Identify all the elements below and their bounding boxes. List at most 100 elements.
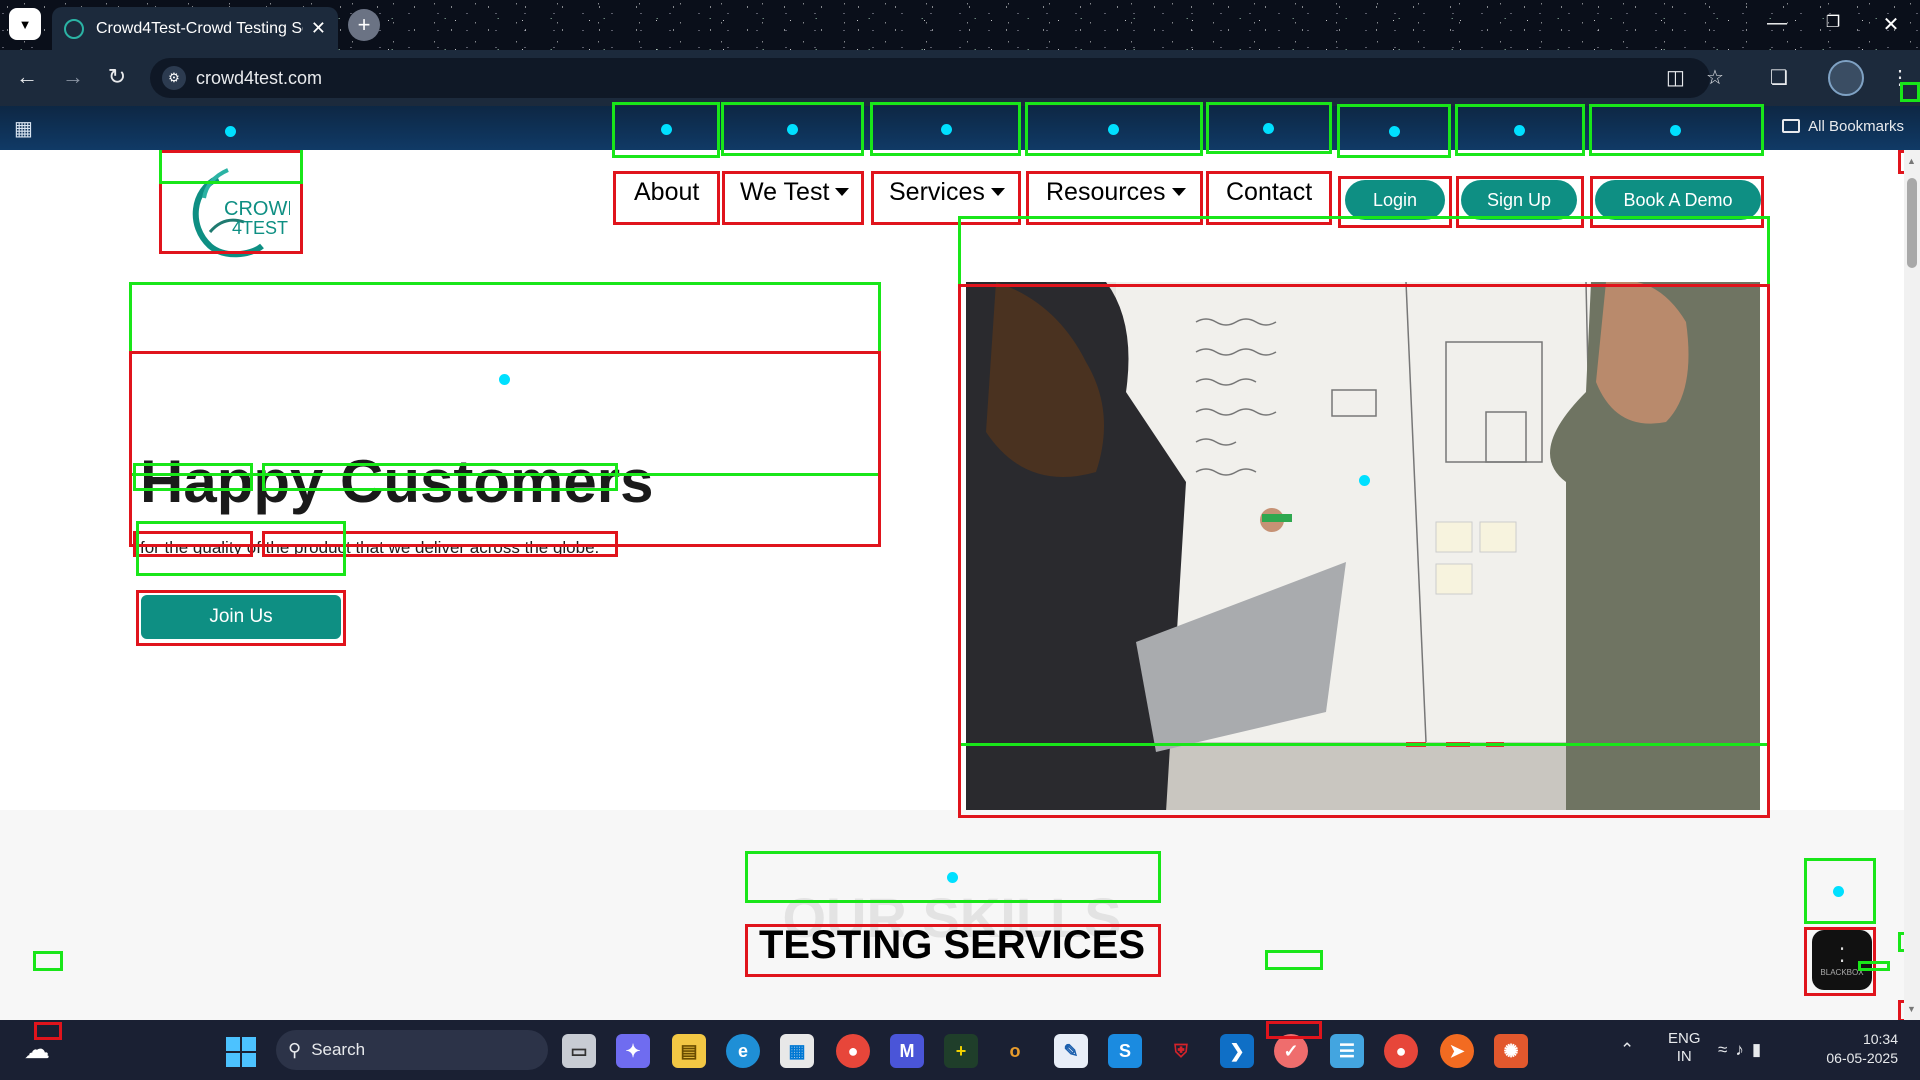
bookmark-star-icon[interactable]: ☆ — [1706, 65, 1724, 90]
browser-title-bar: ▼ Crowd4Test-Crowd Testing Serv ✕ + — ❐ … — [0, 0, 1920, 50]
scrollbar-thumb[interactable] — [1907, 178, 1917, 268]
scroll-down-arrow-icon[interactable]: ▼ — [1907, 1004, 1916, 1014]
date-label: 06-05-2025 — [1826, 1050, 1898, 1066]
logo-text-bottom: 4TEST — [232, 218, 288, 238]
forward-button[interactable]: → — [58, 64, 88, 90]
logo-text-top: CROWD — [224, 198, 290, 220]
postman-icon[interactable]: ➤ — [1440, 1034, 1474, 1068]
nav-resources-label: Resources — [1046, 178, 1166, 206]
caret-down-icon — [1171, 188, 1186, 196]
hero-subtitle: for the quality of the product that we d… — [140, 538, 600, 557]
login-button[interactable]: Login — [1345, 180, 1445, 220]
nav-we-test-label: We Test — [740, 178, 830, 206]
battery-icon: ▮ — [1751, 1040, 1770, 1059]
task-view-icon[interactable]: ▭ — [562, 1034, 596, 1068]
chrome-active-icon[interactable]: ● — [1384, 1034, 1418, 1068]
apps-grid-icon[interactable]: ▦ — [14, 116, 33, 141]
extensions-icon[interactable]: ❏ — [1770, 65, 1788, 90]
system-tray-icons[interactable]: ≈♪▮ — [1718, 1040, 1769, 1060]
app-icon[interactable]: + — [944, 1034, 978, 1068]
plus-icon: + — [357, 12, 371, 37]
url-text: crowd4test.com — [196, 68, 323, 88]
restore-button[interactable]: ❐ — [1818, 12, 1848, 32]
edge-icon[interactable]: e — [726, 1034, 760, 1068]
back-button[interactable]: ← — [12, 64, 42, 90]
blackbox-widget-button[interactable]: ⁚ BLACKBOX — [1812, 930, 1872, 990]
language-label: ENG — [1668, 1030, 1701, 1047]
arrow-left-icon: ← — [16, 64, 38, 89]
install-app-icon[interactable]: ◫ — [1666, 65, 1685, 90]
document-app-icon[interactable]: ✎ — [1054, 1034, 1088, 1068]
crowd4test-logo[interactable]: CROWD 4TEST — [180, 160, 302, 260]
sign-up-button[interactable]: Sign Up — [1461, 180, 1577, 220]
copilot-icon[interactable]: ✦ — [616, 1034, 650, 1068]
site-info-icon[interactable]: ⚙ — [162, 66, 186, 90]
chevron-down-icon: ▼ — [18, 16, 32, 32]
profile-avatar[interactable] — [1828, 60, 1864, 96]
taskbar-clock[interactable]: 10:34 06-05-2025 — [1818, 1030, 1898, 1068]
reload-button[interactable]: ↻ — [102, 64, 132, 90]
reload-icon: ↻ — [107, 64, 127, 89]
bookmarks-bar: ▦ All Bookmarks — [0, 106, 1920, 150]
app-icon[interactable]: ✓ — [1274, 1034, 1308, 1068]
chrome-icon[interactable]: ● — [836, 1034, 870, 1068]
omnibox[interactable]: ⚙ crowd4test.com — [150, 58, 1710, 98]
language-indicator[interactable]: ENG IN — [1668, 1030, 1701, 1066]
app-icon[interactable]: ✺ — [1494, 1034, 1528, 1068]
browser-menu-icon[interactable]: ⋮ — [1890, 65, 1910, 90]
new-tab-button[interactable]: + — [348, 9, 380, 41]
hero-photo — [966, 282, 1760, 812]
skype-icon[interactable]: S — [1108, 1034, 1142, 1068]
taskbar-search[interactable]: ⚲ Search — [276, 1030, 548, 1070]
tab-search-button[interactable]: ▼ — [9, 8, 41, 40]
volume-icon: ♪ — [1735, 1040, 1752, 1059]
tray-overflow-icon[interactable]: ⌃ — [1620, 1040, 1634, 1060]
weather-icon[interactable]: ☁ — [24, 1034, 50, 1065]
file-explorer-icon[interactable]: ▤ — [672, 1034, 706, 1068]
windows-taskbar: ☁ ⚲ Search ▭ ✦ ▤ e ▦ ● M + o ✎ S ⛨ ❯ ✓ ☰… — [0, 1020, 1920, 1080]
nav-services[interactable]: Services — [889, 178, 1005, 207]
site-favicon-icon — [64, 18, 84, 39]
all-bookmarks-label: All Bookmarks — [1808, 118, 1904, 135]
wifi-icon: ≈ — [1718, 1040, 1736, 1059]
folder-icon — [1782, 119, 1801, 133]
notepad-icon[interactable]: ☰ — [1330, 1034, 1364, 1068]
testing-services-heading: TESTING SERVICES — [758, 923, 1145, 967]
browser-tab[interactable]: Crowd4Test-Crowd Testing Serv ✕ — [52, 7, 338, 50]
close-tab-icon[interactable]: ✕ — [311, 18, 326, 39]
time-label: 10:34 — [1862, 1031, 1898, 1047]
blackbox-dots-icon: ⁚ — [1838, 945, 1846, 967]
nav-about[interactable]: About — [634, 178, 699, 207]
search-icon: ⚲ — [288, 1039, 302, 1060]
nav-resources[interactable]: Resources — [1046, 178, 1186, 207]
minimize-button[interactable]: — — [1762, 12, 1792, 35]
nav-services-label: Services — [889, 178, 985, 206]
scroll-up-arrow-icon[interactable]: ▲ — [1907, 156, 1916, 166]
hero-title: Happy Customers — [140, 448, 654, 515]
logo-swirl-icon: CROWD 4TEST — [192, 168, 302, 258]
book-demo-button[interactable]: Book A Demo — [1595, 180, 1761, 220]
arrow-right-icon: → — [62, 64, 84, 89]
join-us-button[interactable]: Join Us — [141, 595, 341, 639]
close-window-button[interactable]: ✕ — [1876, 12, 1906, 37]
app-icon[interactable]: o — [998, 1034, 1032, 1068]
vscode-icon[interactable]: ❯ — [1220, 1034, 1254, 1068]
app-icon[interactable]: M — [890, 1034, 924, 1068]
whiteboard-meeting-image — [966, 282, 1760, 812]
taskbar-search-placeholder: Search — [311, 1040, 366, 1059]
caret-down-icon — [835, 188, 850, 196]
all-bookmarks-button[interactable]: All Bookmarks — [1782, 118, 1904, 135]
web-page: CROWD 4TEST About We Test Services Resou… — [0, 150, 1904, 1020]
nav-contact[interactable]: Contact — [1226, 178, 1312, 207]
address-toolbar: ← → ↻ ⚙ crowd4test.com ◫ ☆ ❏ ⋮ — [0, 50, 1920, 106]
annotation-dot — [499, 374, 510, 385]
start-button[interactable] — [226, 1037, 256, 1067]
region-label: IN — [1676, 1048, 1692, 1065]
blackbox-label: BLACKBOX — [1820, 968, 1864, 977]
caret-down-icon — [990, 188, 1005, 196]
store-icon[interactable]: ▦ — [780, 1034, 814, 1068]
tab-title: Crowd4Test-Crowd Testing Serv — [96, 19, 303, 37]
page-scrollbar[interactable]: ▲ ▼ — [1904, 150, 1920, 1020]
nav-we-test[interactable]: We Test — [740, 178, 850, 207]
mcafee-icon[interactable]: ⛨ — [1164, 1034, 1198, 1068]
